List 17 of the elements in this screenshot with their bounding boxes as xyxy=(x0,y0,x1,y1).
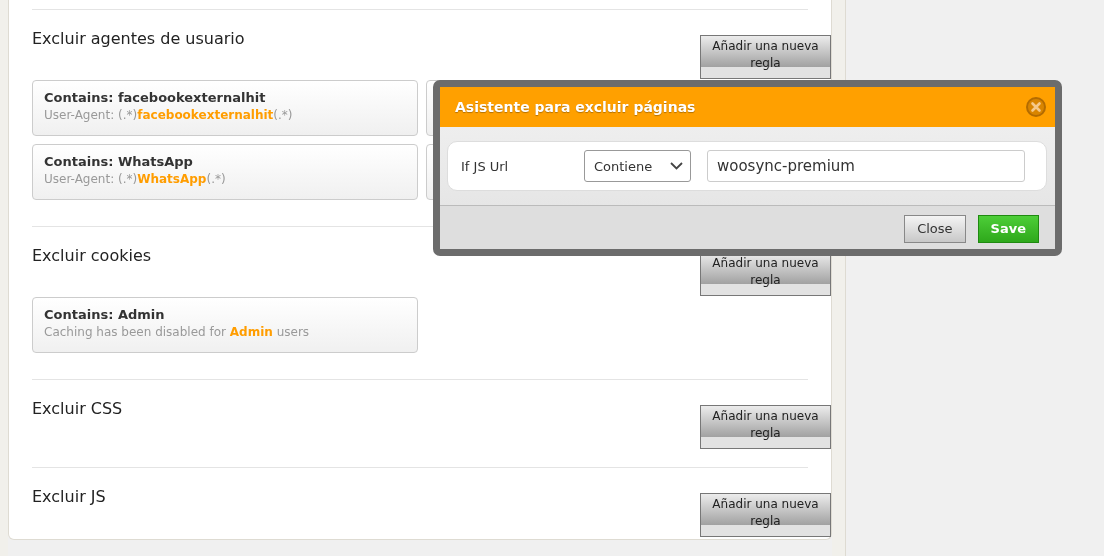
section-title: Excluir CSS xyxy=(32,399,123,418)
operator-dropdown[interactable]: Contiene xyxy=(584,150,691,182)
add-rule-button[interactable]: Añadir una nueva regla xyxy=(700,405,831,449)
rule-card[interactable]: Contains: Admin Caching has been disabled for Admin users xyxy=(32,297,418,353)
close-button[interactable]: Close xyxy=(904,214,966,243)
value-input[interactable]: woosync-premium xyxy=(707,150,1025,182)
section-title: Excluir cookies xyxy=(32,246,152,265)
section-title: Excluir agentes de usuario xyxy=(32,29,245,48)
add-rule-button[interactable]: Añadir una nueva regla xyxy=(700,493,831,537)
chevron-down-icon xyxy=(670,162,683,170)
condition-label: If JS Url xyxy=(461,158,510,174)
add-rule-button[interactable]: Añadir una nueva regla xyxy=(700,35,831,79)
rule-card[interactable]: Contains: WhatsApp User-Agent: (.*)WhatsApp(.*) xyxy=(32,144,418,200)
section-title: Excluir JS xyxy=(32,487,106,506)
close-icon[interactable] xyxy=(1025,96,1047,118)
rule-card[interactable]: Contains: facebookexternalhit User-Agent: (.*)facebookexternalhit(.*) xyxy=(32,80,418,136)
dialog-title: Asistente para excluir páginas xyxy=(455,99,696,115)
